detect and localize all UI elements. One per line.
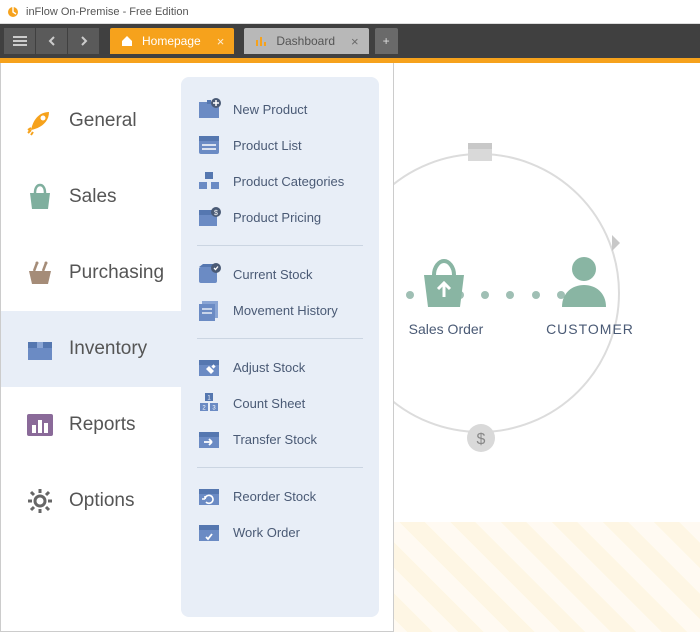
tab-label: Homepage — [142, 34, 201, 48]
sidebar-item-reports[interactable]: Reports — [1, 387, 181, 463]
gear-icon — [25, 486, 55, 516]
nav-button-group — [4, 28, 100, 54]
adjust-stock-icon — [197, 356, 221, 378]
submenu-work-order[interactable]: Work Order — [191, 514, 369, 550]
dashboard-icon — [254, 34, 268, 48]
nav-forward-button[interactable] — [68, 28, 100, 54]
product-categories-icon — [197, 170, 221, 192]
nav-back-button[interactable] — [36, 28, 68, 54]
submenu-separator — [197, 467, 363, 468]
sidebar-label: Inventory — [69, 338, 147, 360]
submenu-product-categories[interactable]: Product Categories — [191, 163, 369, 199]
submenu-transfer-stock[interactable]: Transfer Stock — [191, 421, 369, 457]
customer-icon[interactable] — [554, 251, 614, 311]
submenu-new-product[interactable]: New Product — [191, 91, 369, 127]
submenu-label: Product Pricing — [233, 210, 321, 225]
new-product-icon — [197, 98, 221, 120]
submenu-label: Current Stock — [233, 267, 312, 282]
box-icon — [25, 334, 55, 364]
workspace: Sales Order CUSTOMER $ General — [0, 63, 700, 632]
bar-chart-icon — [25, 410, 55, 440]
sidebar: General Sales Purchasing Inventory — [1, 63, 181, 631]
submenu-reorder-stock[interactable]: Reorder Stock — [191, 478, 369, 514]
window-titlebar: inFlow On-Premise - Free Edition — [0, 0, 700, 24]
sidebar-item-sales[interactable]: Sales — [1, 159, 181, 235]
sidebar-label: Purchasing — [69, 262, 164, 284]
sidebar-label: Sales — [69, 186, 117, 208]
movement-history-icon — [197, 299, 221, 321]
tab-label: Dashboard — [276, 34, 335, 48]
count-sheet-icon: 123 — [197, 392, 221, 414]
submenu-separator — [197, 338, 363, 339]
tab-add-button[interactable]: + — [375, 28, 398, 54]
basket-icon — [25, 258, 55, 288]
home-icon — [120, 34, 134, 48]
sales-order-label: Sales Order — [406, 321, 486, 337]
sidebar-item-inventory[interactable]: Inventory — [1, 311, 197, 387]
dollar-icon: $ — [466, 423, 496, 453]
window-title: inFlow On-Premise - Free Edition — [26, 6, 189, 18]
app-logo-icon — [6, 5, 20, 19]
product-list-icon — [197, 134, 221, 156]
close-icon[interactable]: × — [217, 34, 225, 49]
sidebar-label: Reports — [69, 414, 136, 436]
customer-label: CUSTOMER — [540, 321, 640, 337]
tab-dashboard[interactable]: Dashboard × — [244, 28, 368, 54]
sidebar-label: Options — [69, 490, 134, 512]
current-stock-icon — [197, 263, 221, 285]
submenu-adjust-stock[interactable]: Adjust Stock — [191, 349, 369, 385]
submenu-label: New Product — [233, 102, 307, 117]
box-icon — [465, 137, 495, 167]
sidebar-item-purchasing[interactable]: Purchasing — [1, 235, 181, 311]
submenu-current-stock[interactable]: Current Stock — [191, 256, 369, 292]
submenu-separator — [197, 245, 363, 246]
menu-button[interactable] — [4, 28, 36, 54]
submenu-movement-history[interactable]: Movement History — [191, 292, 369, 328]
shopping-bag-icon — [25, 182, 55, 212]
submenu-label: Transfer Stock — [233, 432, 317, 447]
submenu-label: Movement History — [233, 303, 338, 318]
submenu-label: Count Sheet — [233, 396, 305, 411]
svg-text:$: $ — [214, 210, 218, 217]
sales-order-icon[interactable] — [414, 253, 474, 313]
close-icon[interactable]: × — [351, 34, 359, 49]
arrow-icon — [608, 233, 628, 253]
tab-strip: Homepage × Dashboard × + — [0, 24, 700, 58]
tab-homepage[interactable]: Homepage × — [110, 28, 234, 54]
reorder-stock-icon — [197, 485, 221, 507]
submenu-product-pricing[interactable]: $ Product Pricing — [191, 199, 369, 235]
navigation-panel: General Sales Purchasing Inventory — [0, 63, 394, 632]
product-pricing-icon: $ — [197, 206, 221, 228]
submenu-label: Reorder Stock — [233, 489, 316, 504]
transfer-stock-icon — [197, 428, 221, 450]
rocket-icon — [25, 106, 55, 136]
submenu-label: Work Order — [233, 525, 300, 540]
submenu-count-sheet[interactable]: 123 Count Sheet — [191, 385, 369, 421]
submenu-product-list[interactable]: Product List — [191, 127, 369, 163]
submenu-label: Product Categories — [233, 174, 344, 189]
submenu-label: Product List — [233, 138, 302, 153]
sidebar-label: General — [69, 110, 137, 132]
sidebar-item-options[interactable]: Options — [1, 463, 181, 539]
submenu-label: Adjust Stock — [233, 360, 305, 375]
sidebar-item-general[interactable]: General — [1, 83, 181, 159]
inventory-submenu: New Product Product List Product Categor… — [181, 77, 379, 617]
svg-text:$: $ — [477, 431, 486, 448]
work-order-icon — [197, 521, 221, 543]
